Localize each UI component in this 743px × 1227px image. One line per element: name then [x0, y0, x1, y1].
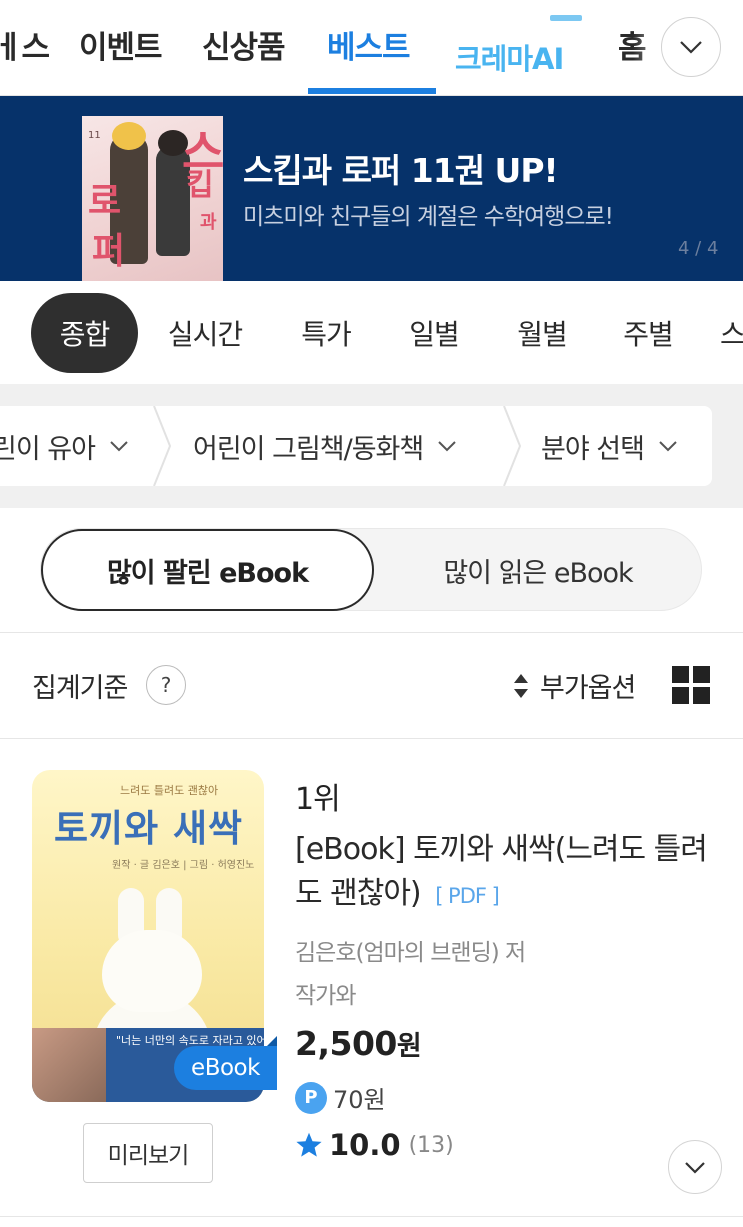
title-prefix: [eBook] — [295, 832, 406, 867]
cover-title: 토끼와 새싹 — [54, 806, 244, 850]
category-label: 린이 유아 — [0, 433, 96, 465]
ebook-badge: eBook — [174, 1036, 277, 1090]
top-nav: ㅔ스 이벤트 신상품 베스트 크레마AI 홈 ㅐ — [0, 0, 743, 96]
cover-illustration — [102, 930, 202, 1012]
chevron-down-icon — [659, 441, 677, 452]
period-chip-monthly[interactable]: 월별 — [496, 293, 588, 373]
options-label: 부가옵션 — [540, 673, 636, 704]
cover-title-char: 킵 — [186, 168, 214, 203]
options-button[interactable]: 부가옵션 — [512, 666, 636, 705]
nav-tab-crema-ai[interactable]: 크레마AI — [455, 36, 564, 78]
ai-badge-mark — [550, 15, 582, 21]
divider — [0, 632, 743, 633]
grid-view-icon[interactable] — [672, 666, 711, 705]
nav-tab-partial[interactable]: ㅔ스 — [0, 22, 50, 67]
period-chip-realtime[interactable]: 실시간 — [150, 293, 260, 373]
breadcrumb-separator — [503, 406, 522, 486]
toggle-most-read[interactable]: 많이 읽은 eBook — [374, 529, 702, 611]
period-chip-overall[interactable]: 종합 — [31, 293, 138, 373]
promo-banner[interactable]: 11 스 킵 로 퍼 과 스킵과 로퍼 11권 UP! 미츠미와 친구들의 계절… — [0, 96, 743, 281]
cover-figure-head — [112, 122, 146, 150]
period-chip-partial[interactable]: 스 — [720, 293, 743, 373]
period-chip-weekly[interactable]: 주별 — [602, 293, 694, 373]
price: 2,500원 — [295, 1024, 422, 1063]
period-chip-deal[interactable]: 특가 — [280, 293, 372, 373]
point-icon: P — [295, 1081, 327, 1114]
chevron-down-icon — [438, 441, 456, 452]
toggle-most-sold[interactable]: 많이 팔린 eBook — [41, 529, 374, 611]
author[interactable]: 김은호(엄마의 브랜딩) 저 — [295, 933, 526, 967]
product-title[interactable]: [eBook] 토끼와 새싹(느려도 틀려도 괜찮아) [ PDF ] — [295, 828, 725, 918]
criteria-label: 집계기준 — [32, 673, 128, 704]
price-unit: 원 — [396, 1031, 422, 1062]
chevron-down-icon — [680, 41, 702, 54]
chevron-down-icon — [685, 1161, 705, 1174]
price-value: 2,500 — [295, 1024, 397, 1063]
category-label: 어린이 그림책/동화책 — [193, 433, 424, 465]
help-icon[interactable]: ? — [146, 665, 186, 705]
rank-label: 1위 — [295, 782, 341, 817]
format-tag: [ PDF ] — [435, 884, 500, 908]
category-label: 분야 선택 — [541, 433, 645, 465]
cover-volume: 11 — [88, 130, 101, 141]
period-filter: 종합 실시간 특가 일별 월별 주별 스 — [0, 281, 743, 384]
category-picture-books[interactable]: 어린이 그림책/동화책 — [193, 406, 457, 486]
publisher[interactable]: 작가와 — [295, 976, 356, 1010]
active-tab-indicator — [308, 88, 436, 94]
point-value: 70원 — [333, 1086, 386, 1114]
banner-subtitle: 미츠미와 친구들의 계절은 수학여행으로! — [243, 204, 614, 230]
category-select[interactable]: 분야 선택 — [541, 406, 678, 486]
chevron-down-icon — [110, 441, 128, 452]
nav-more-button[interactable] — [661, 17, 721, 77]
sort-icon — [514, 673, 528, 698]
cover-title-char: 퍼 — [92, 230, 126, 272]
divider — [0, 738, 743, 739]
banner-book-cover: 11 스 킵 로 퍼 과 — [82, 116, 223, 281]
nav-tab-new[interactable]: 신상품 — [202, 22, 286, 67]
category-kids[interactable]: 린이 유아 — [0, 406, 129, 486]
cover-photo — [32, 1028, 106, 1102]
period-chip-daily[interactable]: 일별 — [388, 293, 480, 373]
preview-button[interactable]: 미리보기 — [83, 1123, 213, 1183]
cover-credit: 원작 · 글 김은호 | 그림 · 허영진노 — [112, 860, 255, 871]
category-breadcrumb: 린이 유아 어린이 그림책/동화책 분야 선택 — [0, 384, 743, 508]
point-info: P 70원 — [295, 1080, 386, 1115]
rating-score: 10.0 — [329, 1128, 401, 1162]
rating: 10.0 (13) — [295, 1128, 454, 1162]
banner-title: 스킵과 로퍼 11권 UP! — [243, 151, 559, 190]
nav-tab-best[interactable]: 베스트 — [327, 22, 411, 67]
star-icon — [296, 1132, 322, 1157]
cover-title-char: 로 — [88, 180, 122, 222]
cover-title-char: 과 — [200, 212, 217, 233]
cover-subtitle: 느려도 틀려도 괜찮아 — [120, 784, 219, 797]
expand-button[interactable] — [668, 1140, 722, 1194]
nav-tab-events[interactable]: 이벤트 — [79, 22, 163, 67]
breadcrumb-separator — [153, 406, 172, 486]
divider — [0, 1216, 743, 1217]
rating-count: (13) — [408, 1132, 454, 1158]
banner-pager: 4 / 4 — [678, 238, 719, 259]
